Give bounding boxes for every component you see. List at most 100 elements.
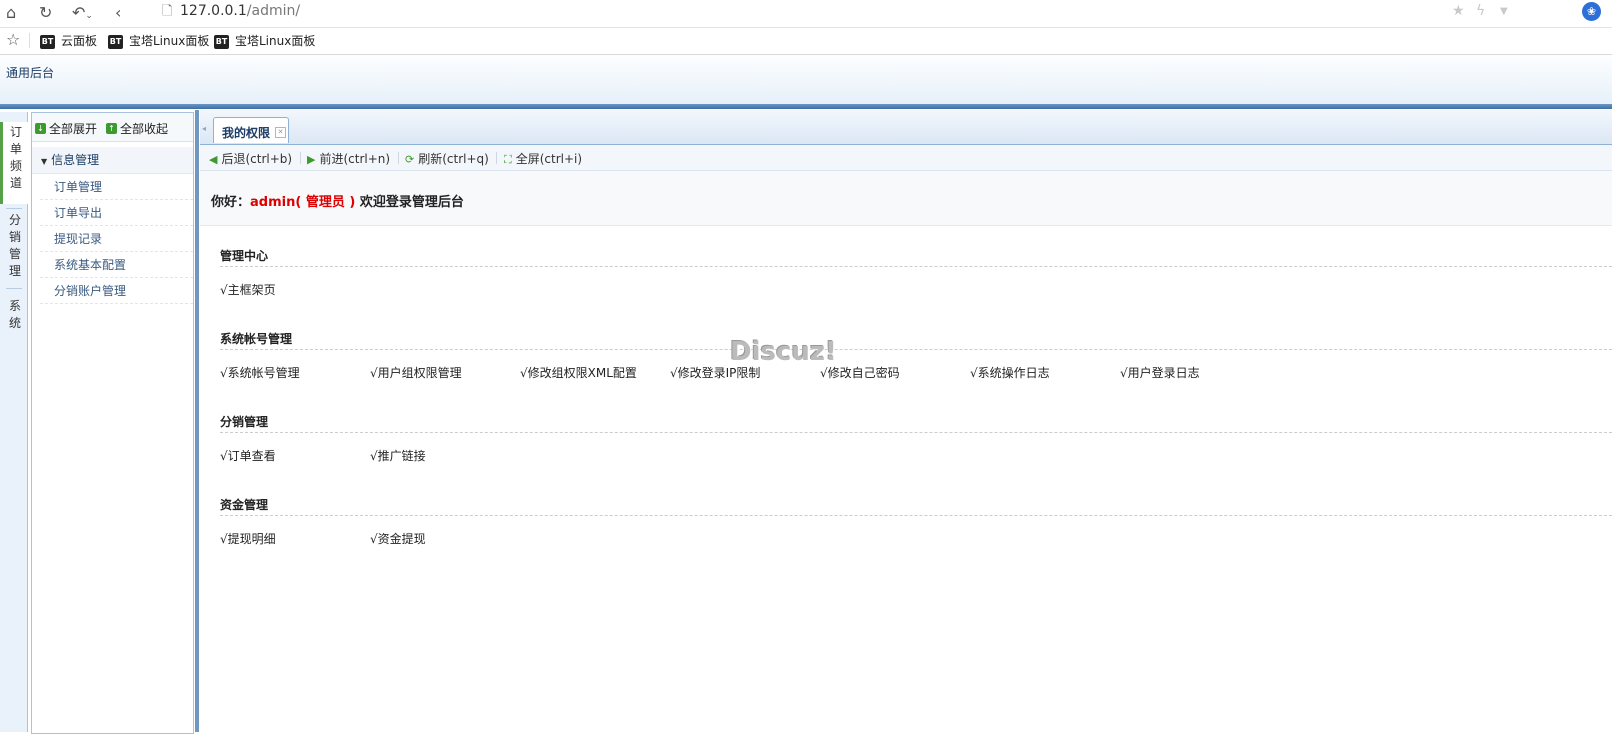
expand-icon: ↓: [35, 123, 46, 134]
permission-item: √用户登录日志: [1120, 366, 1200, 380]
welcome-message: 欢迎登录管理后台: [359, 195, 464, 210]
permission-section: 系统帐号管理 √系统帐号管理 √用户组权限管理 √修改组权限XML配置 √修改登…: [220, 330, 1612, 384]
permission-section: 分销管理 √订单查看 √推广链接: [220, 413, 1612, 467]
section-title: 系统帐号管理: [220, 330, 1612, 350]
star-icon[interactable]: ★: [1452, 3, 1465, 19]
permission-item: √资金提现: [370, 532, 426, 546]
forward-label: 前进(ctrl+n): [319, 152, 391, 166]
permission-item: √主框架页: [220, 283, 276, 297]
refresh-label: 刷新(ctrl+q): [418, 152, 489, 166]
permission-section: 管理中心 √主框架页: [220, 247, 1612, 301]
back-label: 后退(ctrl+b): [221, 152, 293, 166]
channel-tab-label: 分销管理: [8, 213, 21, 278]
permission-item: √订单查看: [220, 449, 276, 463]
bookmark-label: 宝塔Linux面板: [129, 34, 210, 48]
header-divider: [0, 104, 1612, 109]
panel-splitter[interactable]: [195, 110, 199, 732]
expand-all-label: 全部展开: [49, 122, 98, 136]
collapse-all-button[interactable]: ↑ 全部收起: [106, 120, 168, 137]
discuz-watermark: Discuz!: [730, 337, 837, 367]
page-toolbar: ◀ 后退(ctrl+b) ▶ 前进(ctrl+n) ⟳ 刷新(ctrl+q) ⛶ 全屏(…: [200, 145, 1612, 171]
permission-row: √订单查看 √推广链接: [220, 447, 1612, 467]
channel-tab-divider: [6, 208, 22, 209]
tab-label: 我的权限: [222, 126, 271, 140]
channel-tabs: 订单频道 分销管理 系统: [0, 112, 29, 732]
section-title: 管理中心: [220, 247, 1612, 267]
url-field[interactable]: 127.0.0.1/admin/: [180, 3, 300, 19]
bt-logo-icon: BT: [108, 34, 123, 49]
fullscreen-icon: ⛶: [504, 153, 512, 166]
refresh-icon: ⟳: [405, 153, 415, 166]
back-icon[interactable]: ‹: [115, 3, 121, 23]
welcome-text: 你好：admin( 管理员 ) 欢迎登录管理后台: [211, 191, 464, 210]
fullscreen-label: 全屏(ctrl+i): [515, 152, 583, 166]
close-icon[interactable]: ✕: [275, 127, 286, 138]
permission-item: √提现明细: [220, 532, 276, 546]
bookmark-item[interactable]: BT 云面板: [40, 32, 97, 50]
channel-tab-divider: [6, 288, 22, 289]
toolbar-divider: [496, 152, 497, 164]
undo-icon[interactable]: ↶⌄: [72, 3, 93, 26]
section-title: 资金管理: [220, 496, 1612, 516]
permission-row: √系统帐号管理 √用户组权限管理 √修改组权限XML配置 √修改登录IP限制 √…: [220, 364, 1612, 384]
bookmark-label: 宝塔Linux面板: [235, 34, 316, 48]
collapse-all-label: 全部收起: [120, 122, 169, 136]
forward-button[interactable]: ▶ 前进(ctrl+n): [307, 150, 390, 167]
channel-tab-orders[interactable]: 订单频道: [0, 122, 29, 204]
main-panel: ◂ 我的权限 ✕ ◀ 后退(ctrl+b) ▶ 前进(ctrl+n) ⟳ 刷新(ctr…: [200, 110, 1612, 732]
arrow-right-icon: ▶: [307, 153, 316, 166]
dropdown-icon[interactable]: ▼: [1500, 6, 1508, 17]
menu-item-withdraw-records[interactable]: 提现记录: [40, 226, 193, 252]
bookmark-item[interactable]: BT 宝塔Linux面板: [108, 32, 209, 50]
menu-item-order-export[interactable]: 订单导出: [40, 200, 193, 226]
bookmark-label: 云面板: [61, 34, 98, 48]
permission-item: √系统帐号管理: [220, 366, 300, 380]
bookmark-item[interactable]: BT 宝塔Linux面板: [214, 32, 315, 50]
expand-all-button[interactable]: ↓ 全部展开: [35, 120, 97, 137]
menu-item-system-config[interactable]: 系统基本配置: [40, 252, 193, 278]
fullscreen-button[interactable]: ⛶ 全屏(ctrl+i): [504, 150, 582, 167]
caret-down-icon: ▼: [41, 157, 48, 166]
reload-icon[interactable]: ↻: [39, 3, 52, 23]
tab-my-permissions[interactable]: 我的权限 ✕: [213, 117, 289, 143]
app-title: 通用后台: [6, 66, 55, 80]
greeting: 你好：: [211, 195, 251, 210]
app-header: 通用后台: [0, 55, 1612, 104]
bt-logo-icon: BT: [40, 34, 55, 49]
toolbar-divider: [398, 152, 399, 164]
menu-group-info[interactable]: ▼ 信息管理: [32, 147, 193, 174]
baidu-paw-icon[interactable]: ❀: [1582, 2, 1601, 21]
refresh-button[interactable]: ⟳ 刷新(ctrl+q): [405, 150, 489, 167]
menu-item-distribution-accounts[interactable]: 分销账户管理: [40, 278, 193, 304]
arrow-left-icon: ◀: [209, 153, 218, 166]
permission-row: √主框架页: [220, 281, 1612, 301]
bookmarks-bar: ☆ BT 云面板 BT 宝塔Linux面板 BT 宝塔Linux面板: [0, 28, 1612, 55]
bookmark-divider: [29, 33, 30, 48]
left-menu: ↓ 全部展开 ↑ 全部收起 ▼ 信息管理 订单管理 订单导出 提现记录 系统基本配置 …: [31, 112, 194, 734]
page-icon: 🗋: [162, 4, 173, 19]
toolbar-divider: [300, 152, 301, 164]
permission-item: √修改组权限XML配置: [520, 366, 637, 380]
lightning-icon[interactable]: ϟ: [1476, 3, 1485, 19]
url-host: 127.0.0.1: [180, 3, 247, 19]
bt-logo-icon: BT: [214, 34, 229, 49]
menu-item-orders[interactable]: 订单管理: [40, 174, 193, 200]
collapse-icon: ↑: [106, 123, 117, 134]
permission-item: √系统操作日志: [970, 366, 1050, 380]
channel-tab-distribution[interactable]: 分销管理: [3, 212, 27, 284]
home-icon[interactable]: ⌂: [6, 3, 16, 23]
permission-row: √提现明细 √资金提现: [220, 530, 1612, 550]
welcome-banner: 你好：admin( 管理员 ) 欢迎登录管理后台: [200, 171, 1612, 226]
browser-address-bar: ⌂ ↻ ↶⌄ ‹ 🗋 127.0.0.1/admin/ ★ ϟ ▼ ❀: [0, 0, 1612, 28]
tab-bar: ◂ 我的权限 ✕: [200, 110, 1612, 145]
channel-tab-system[interactable]: 系统: [3, 298, 27, 338]
channel-tab-label: 系统: [8, 299, 21, 330]
menu-toolbar: ↓ 全部展开 ↑ 全部收起: [32, 113, 193, 142]
tab-scroll-left-icon[interactable]: ◂: [202, 116, 210, 142]
permission-section: 资金管理 √提现明细 √资金提现: [220, 496, 1612, 550]
permission-item: √推广链接: [370, 449, 426, 463]
url-path: /admin/: [246, 3, 301, 19]
bookmark-star-icon[interactable]: ☆: [6, 30, 20, 49]
back-button[interactable]: ◀ 后退(ctrl+b): [209, 150, 292, 167]
channel-tab-label: 订单频道: [9, 125, 22, 190]
